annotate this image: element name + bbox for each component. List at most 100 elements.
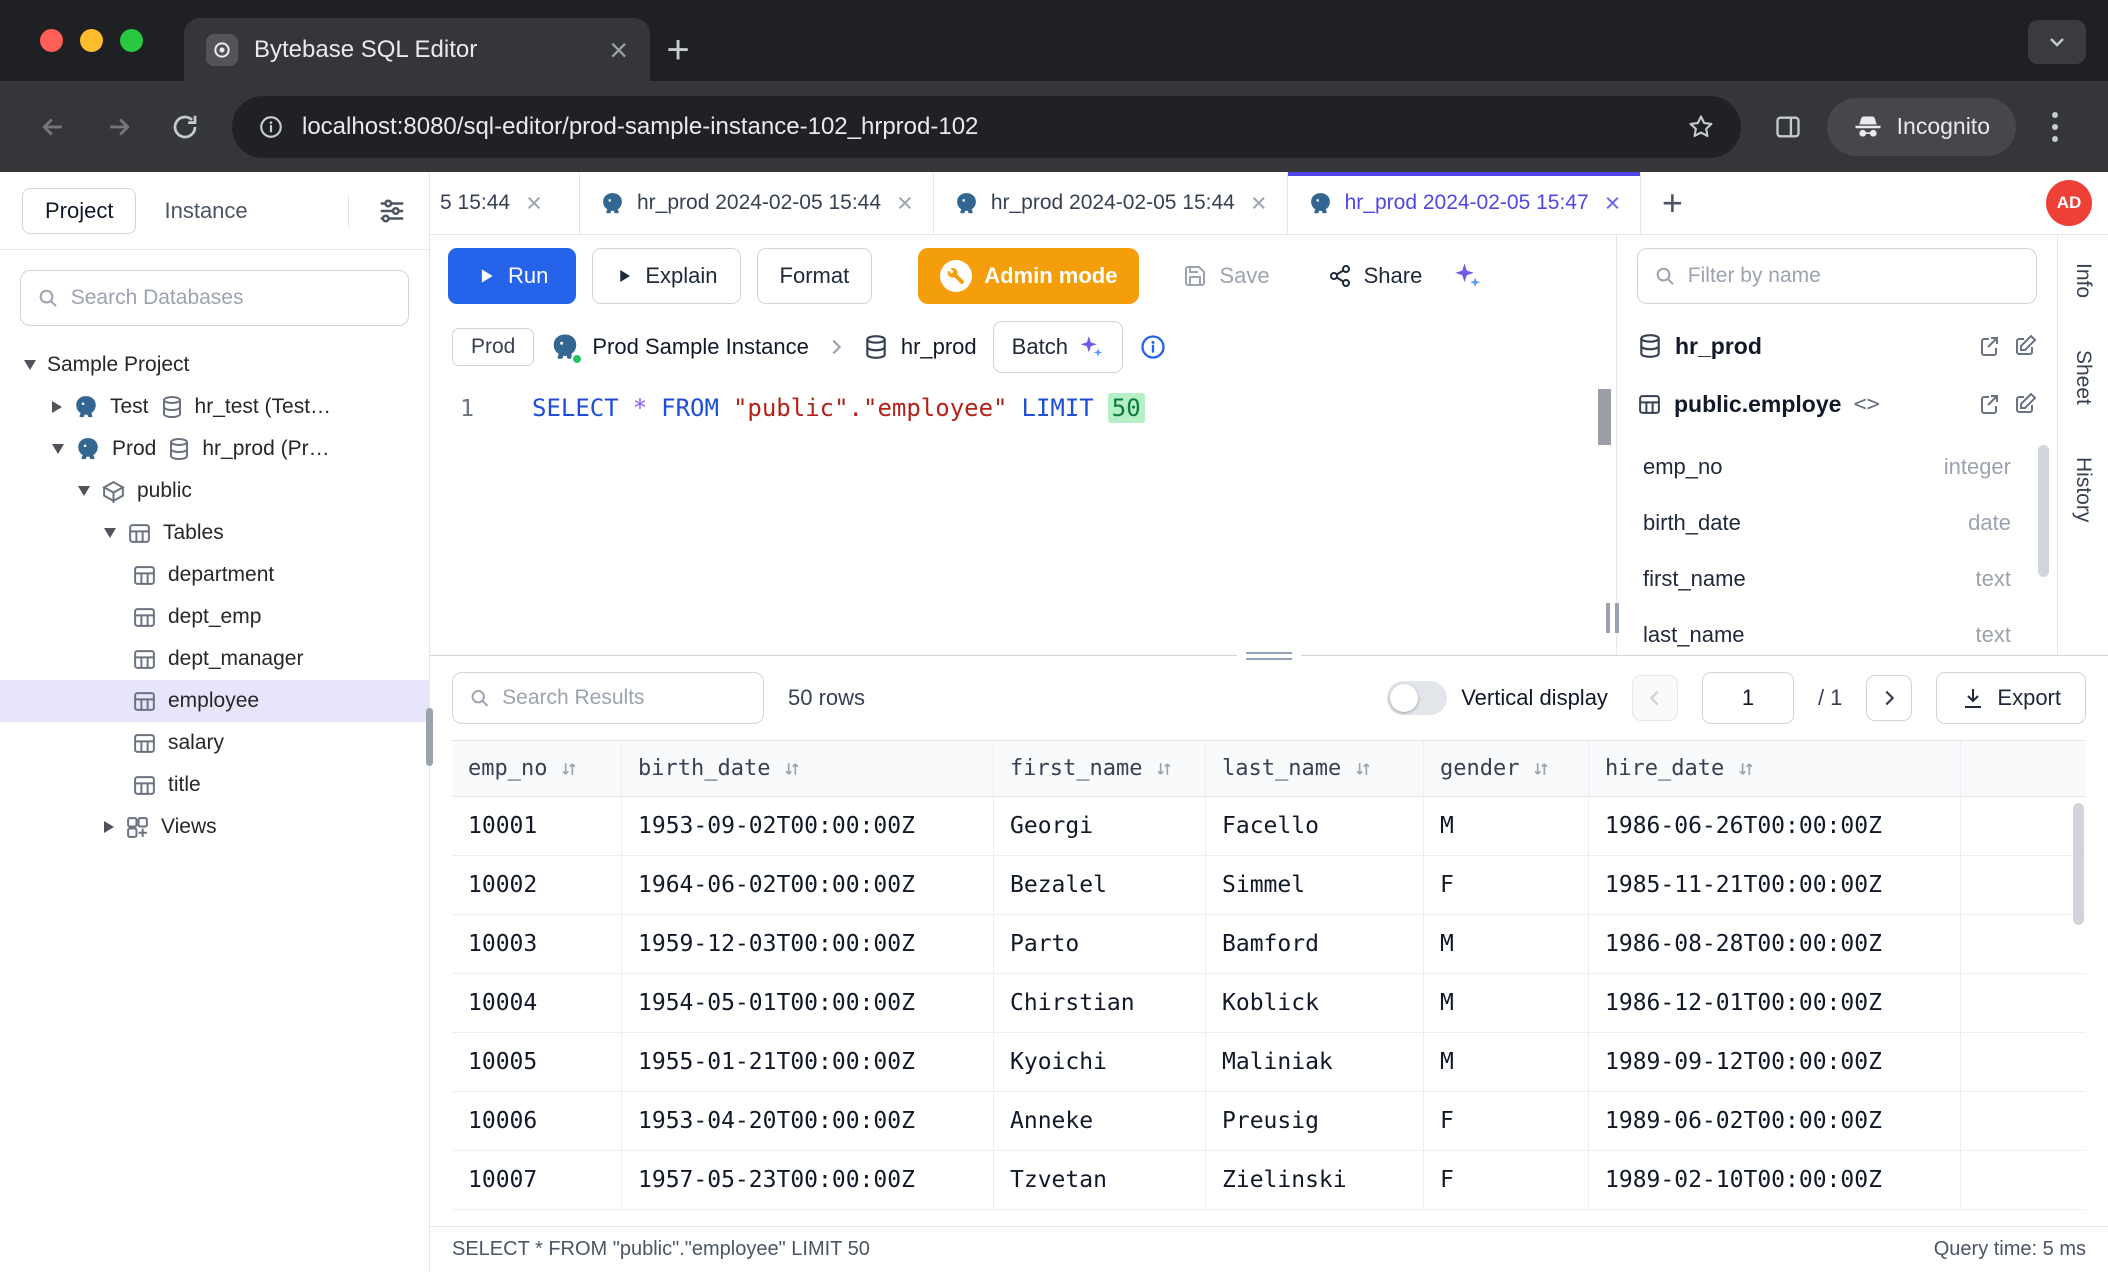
sort-icon[interactable]: [1736, 759, 1756, 779]
tab-instance[interactable]: Instance: [164, 198, 247, 224]
close-worksheet-icon[interactable]: ×: [526, 190, 542, 217]
table-row[interactable]: 10003 1959-12-03T00:00:00Z Parto Bamford…: [452, 915, 2086, 974]
external-link-icon[interactable]: [1977, 392, 2001, 416]
sort-icon[interactable]: [559, 759, 579, 779]
edit-icon[interactable]: [2013, 392, 2037, 416]
share-button[interactable]: Share: [1316, 248, 1435, 304]
export-button[interactable]: Export: [1936, 672, 2086, 724]
close-worksheet-icon[interactable]: ×: [897, 190, 913, 217]
tree-item-table-dept-manager[interactable]: dept_manager: [0, 638, 429, 680]
edit-icon[interactable]: [2013, 334, 2037, 358]
vertical-display-toggle[interactable]: [1387, 681, 1447, 715]
user-avatar[interactable]: AD: [2046, 180, 2092, 226]
database-item[interactable]: hr_prod: [863, 334, 977, 360]
sql-editor[interactable]: 1 SELECT * FROM "public"."employee" LIMI…: [430, 377, 1616, 655]
sort-icon[interactable]: [1531, 759, 1551, 779]
external-link-icon[interactable]: [1977, 334, 2001, 358]
tree-item-test-db[interactable]: Test hr_test (Test…: [0, 386, 429, 428]
tree-item-schema-public[interactable]: public: [0, 470, 429, 512]
new-tab-button[interactable]: +: [650, 22, 706, 78]
worksheet-tab[interactable]: hr_prod 2024-02-05 15:44 ×: [934, 172, 1288, 234]
maximize-window-button[interactable]: [120, 29, 143, 52]
column-header[interactable]: first_name: [994, 741, 1206, 796]
column-header[interactable]: last_name: [1206, 741, 1424, 796]
run-button[interactable]: Run: [448, 248, 576, 304]
column-header[interactable]: gender: [1424, 741, 1589, 796]
table-row[interactable]: 10004 1954-05-01T00:00:00Z Chirstian Kob…: [452, 974, 2086, 1033]
close-worksheet-icon[interactable]: ×: [1605, 190, 1621, 217]
ai-assistant-icon[interactable]: [1452, 261, 1482, 291]
column-row[interactable]: birth_date date: [1617, 495, 2057, 551]
site-info-icon[interactable]: [258, 114, 284, 140]
format-button[interactable]: Format: [757, 248, 873, 304]
table-row[interactable]: 10006 1953-04-20T00:00:00Z Anneke Preusi…: [452, 1092, 2086, 1151]
tab-info[interactable]: Info: [2071, 263, 2095, 298]
results-scrollbar[interactable]: [2073, 803, 2084, 925]
side-panel-button[interactable]: [1761, 100, 1815, 154]
admin-mode-button[interactable]: Admin mode: [918, 248, 1139, 304]
worksheet-tab-partial[interactable]: 5 15:44 ×: [430, 172, 580, 234]
schema-database-row[interactable]: hr_prod: [1617, 317, 2057, 375]
column-header[interactable]: emp_no: [452, 741, 622, 796]
tab-sheet[interactable]: Sheet: [2071, 350, 2095, 405]
save-button[interactable]: Save: [1171, 248, 1281, 304]
worksheet-tab-active[interactable]: hr_prod 2024-02-05 15:47 ×: [1288, 172, 1642, 234]
environment-chip[interactable]: Prod: [452, 328, 534, 366]
filter-settings-icon[interactable]: [377, 196, 407, 226]
tree-item-prod-db[interactable]: Prod hr_prod (Pr…: [0, 428, 429, 470]
filter-by-name-input[interactable]: [1688, 264, 2020, 288]
page-number-input[interactable]: [1702, 672, 1794, 724]
column-row[interactable]: first_name text: [1617, 551, 2057, 607]
previous-page-button[interactable]: [1632, 675, 1678, 721]
panel-splitter-handle[interactable]: [1237, 648, 1301, 663]
tree-item-table-title[interactable]: title: [0, 764, 429, 806]
tab-project[interactable]: Project: [22, 188, 136, 234]
address-bar[interactable]: localhost:8080/sql-editor/prod-sample-in…: [232, 96, 1741, 158]
database-search-box[interactable]: [20, 270, 409, 326]
column-row[interactable]: emp_no integer: [1617, 439, 2057, 495]
filter-box[interactable]: [1637, 248, 2037, 304]
column-list-scrollbar[interactable]: [2038, 445, 2049, 577]
sort-icon[interactable]: [1353, 759, 1373, 779]
sort-icon[interactable]: [782, 759, 802, 779]
column-header[interactable]: hire_date: [1589, 741, 1961, 796]
worksheet-tab[interactable]: hr_prod 2024-02-05 15:44 ×: [580, 172, 934, 234]
close-window-button[interactable]: [40, 29, 63, 52]
column-row[interactable]: last_name text: [1617, 607, 2057, 655]
tab-history[interactable]: History: [2071, 457, 2095, 522]
tab-search-button[interactable]: [2028, 20, 2086, 64]
tree-item-table-employee[interactable]: employee: [0, 680, 429, 722]
tree-item-table-salary[interactable]: salary: [0, 722, 429, 764]
tree-item-tables-group[interactable]: Tables: [0, 512, 429, 554]
search-results-input[interactable]: [502, 686, 747, 710]
add-worksheet-button[interactable]: +: [1641, 172, 1703, 234]
schema-table-row[interactable]: public.employe <>: [1617, 375, 2057, 433]
table-row[interactable]: 10005 1955-01-21T00:00:00Z Kyoichi Malin…: [452, 1033, 2086, 1092]
reload-button[interactable]: [158, 100, 212, 154]
tree-item-table-department[interactable]: department: [0, 554, 429, 596]
sort-icon[interactable]: [1154, 759, 1174, 779]
forward-button[interactable]: [92, 100, 146, 154]
next-page-button[interactable]: [1866, 675, 1912, 721]
batch-button[interactable]: Batch: [993, 321, 1123, 373]
minimize-window-button[interactable]: [80, 29, 103, 52]
editor-scrollbar[interactable]: [1598, 389, 1611, 445]
column-header[interactable]: birth_date: [622, 741, 994, 796]
instance-item[interactable]: Prod Sample Instance: [550, 332, 808, 362]
search-databases-input[interactable]: [71, 286, 392, 310]
table-row[interactable]: 10001 1953-09-02T00:00:00Z Georgi Facell…: [452, 797, 2086, 856]
info-icon[interactable]: [1139, 333, 1167, 361]
table-row[interactable]: 10002 1964-06-02T00:00:00Z Bezalel Simme…: [452, 856, 2086, 915]
tree-item-project[interactable]: Sample Project: [0, 344, 429, 386]
tree-item-views-group[interactable]: Views: [0, 806, 429, 848]
browser-menu-button[interactable]: [2028, 100, 2082, 154]
close-tab-icon[interactable]: ×: [609, 34, 628, 66]
close-worksheet-icon[interactable]: ×: [1251, 190, 1267, 217]
tree-item-table-dept-emp[interactable]: dept_emp: [0, 596, 429, 638]
back-button[interactable]: [26, 100, 80, 154]
panel-resize-handle[interactable]: [1606, 603, 1619, 633]
results-search-box[interactable]: [452, 672, 764, 724]
bookmark-star-icon[interactable]: [1687, 113, 1715, 141]
explain-button[interactable]: Explain: [592, 248, 740, 304]
table-row[interactable]: 10007 1957-05-23T00:00:00Z Tzvetan Zieli…: [452, 1151, 2086, 1210]
